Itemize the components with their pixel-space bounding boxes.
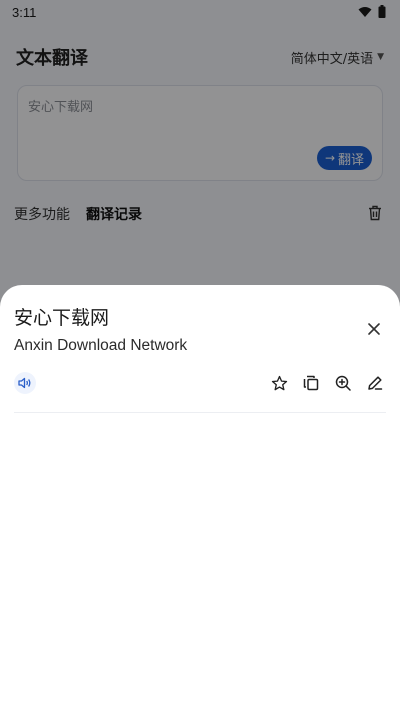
zoom-in-icon[interactable]: [334, 374, 352, 392]
speaker-button[interactable]: [14, 372, 36, 394]
copy-icon[interactable]: [302, 374, 320, 392]
divider: [14, 412, 386, 413]
translation-result-sheet: 安心下载网 Anxin Download Network: [0, 285, 400, 712]
result-source-text: 安心下载网: [14, 307, 110, 329]
result-actions: [270, 374, 384, 392]
edit-icon[interactable]: [366, 374, 384, 392]
speaker-icon: [18, 374, 32, 393]
screen: 3:11 文本翻译 简体中文/英语 ▼ 安心下载网 → 翻译 更多功能 翻译记录: [0, 0, 400, 712]
star-icon[interactable]: [270, 374, 288, 392]
result-translation-text: Anxin Download Network: [14, 337, 188, 354]
close-icon[interactable]: [366, 321, 382, 337]
